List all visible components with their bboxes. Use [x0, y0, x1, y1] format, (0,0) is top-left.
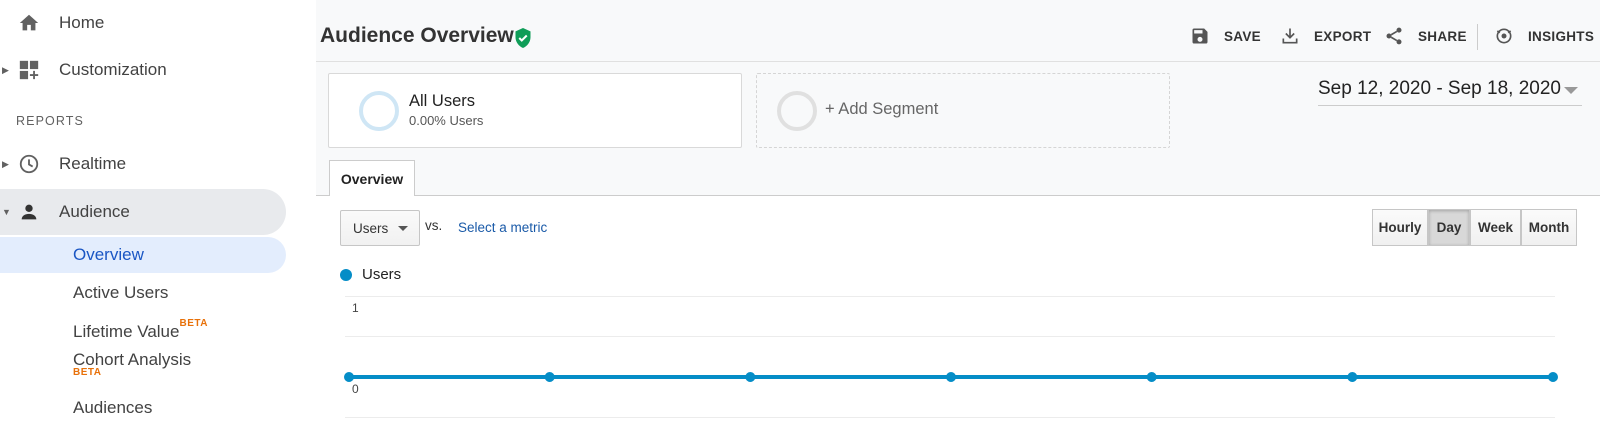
page-title: Audience Overview	[320, 24, 514, 48]
export-button-label: EXPORT	[1314, 29, 1371, 44]
sidebar-item-label: Audience	[59, 202, 130, 222]
sidebar-subitem-audiences[interactable]: Audiences	[0, 390, 286, 426]
tab-overview[interactable]: Overview	[329, 160, 415, 196]
dashboard-plus-icon	[18, 59, 40, 81]
chevron-down-icon	[398, 226, 408, 231]
download-icon	[1280, 26, 1300, 46]
caret-right-icon: ▶	[2, 159, 9, 170]
date-range-picker[interactable]: Sep 12, 2020 - Sep 18, 2020	[1318, 78, 1582, 106]
legend-users-dot	[340, 269, 352, 281]
person-icon	[18, 201, 40, 223]
users-data-point[interactable]	[1147, 372, 1157, 382]
segment-ring-icon	[359, 91, 399, 131]
sidebar-subitem-cohort-analysis[interactable]: Cohort Analysis BETA	[0, 350, 286, 390]
sidebar-subitem-label: Active Users	[73, 283, 168, 303]
export-button[interactable]: EXPORT	[1280, 22, 1371, 50]
sidebar: Home ▶ Customization REPORTS ▶ Realtime …	[0, 0, 316, 423]
sidebar-item-label: Home	[59, 13, 104, 33]
users-data-point[interactable]	[1347, 372, 1357, 382]
granularity-day-button[interactable]: Day	[1428, 209, 1470, 246]
chart-gridline	[345, 296, 1555, 297]
share-button-label: SHARE	[1418, 29, 1467, 44]
users-data-point[interactable]	[344, 372, 354, 382]
caret-down-icon: ▼	[2, 207, 11, 217]
sidebar-subitem-label: Lifetime Value	[73, 322, 179, 341]
users-data-point[interactable]	[946, 372, 956, 382]
insights-button-label: INSIGHTS	[1528, 29, 1594, 44]
toolbar-divider	[1477, 24, 1478, 50]
chart-gridline	[345, 417, 1555, 418]
users-data-point[interactable]	[745, 372, 755, 382]
granularity-month-button[interactable]: Month	[1521, 209, 1577, 246]
add-segment-label: + Add Segment	[825, 100, 938, 119]
sidebar-subitem-lifetime-value[interactable]: Lifetime ValueBETA	[0, 314, 286, 350]
add-segment-button[interactable]: + Add Segment	[756, 73, 1170, 148]
sidebar-item-label: Customization	[59, 60, 167, 80]
segment-ring-icon	[777, 91, 817, 131]
segment-all-users[interactable]: All Users 0.00% Users	[328, 73, 742, 148]
sidebar-item-home[interactable]: Home	[0, 0, 286, 46]
share-button[interactable]: SHARE	[1384, 22, 1467, 50]
insights-button[interactable]: INSIGHTS	[1494, 22, 1594, 50]
reports-section-label: REPORTS	[16, 114, 84, 128]
chart-gridline	[345, 336, 1555, 337]
segment-percentage: 0.00% Users	[409, 113, 483, 128]
save-button[interactable]: SAVE	[1190, 22, 1261, 50]
insights-icon	[1494, 26, 1514, 46]
granularity-hourly-button[interactable]: Hourly	[1372, 209, 1428, 246]
sidebar-subitem-label-wrap: Lifetime ValueBETA	[73, 322, 208, 342]
chevron-down-icon	[1564, 87, 1578, 94]
metric-select-value: Users	[353, 221, 388, 236]
share-icon	[1384, 26, 1404, 46]
shield-check-icon	[513, 27, 533, 49]
beta-badge: BETA	[179, 318, 207, 329]
save-button-label: SAVE	[1224, 29, 1261, 44]
save-icon	[1190, 26, 1210, 46]
sidebar-item-audience[interactable]: ▼ Audience	[0, 189, 286, 235]
users-line-chart	[330, 360, 1600, 390]
beta-badge: BETA	[73, 367, 101, 378]
clock-icon	[18, 153, 40, 175]
users-data-point[interactable]	[1548, 372, 1558, 382]
sidebar-item-realtime[interactable]: ▶ Realtime	[0, 141, 286, 187]
sidebar-subitem-label: Audiences	[73, 398, 152, 418]
sidebar-subitem-overview[interactable]: Overview	[0, 237, 286, 273]
sidebar-subitem-label: Overview	[73, 245, 144, 265]
y-tick-label-1: 1	[352, 301, 359, 315]
segment-name: All Users	[409, 92, 475, 111]
select-metric-link[interactable]: Select a metric	[458, 220, 547, 235]
caret-right-icon: ▶	[2, 65, 9, 76]
granularity-week-button[interactable]: Week	[1470, 209, 1521, 246]
users-data-point[interactable]	[545, 372, 555, 382]
date-range-label: Sep 12, 2020 - Sep 18, 2020	[1318, 78, 1561, 99]
legend-users-label: Users	[362, 266, 401, 283]
metric-select[interactable]: Users	[340, 210, 420, 246]
sidebar-subitem-active-users[interactable]: Active Users	[0, 275, 286, 311]
sidebar-item-label: Realtime	[59, 154, 126, 174]
vs-label: vs.	[425, 218, 442, 233]
sidebar-item-customization[interactable]: ▶ Customization	[0, 47, 286, 93]
home-icon	[18, 12, 40, 34]
